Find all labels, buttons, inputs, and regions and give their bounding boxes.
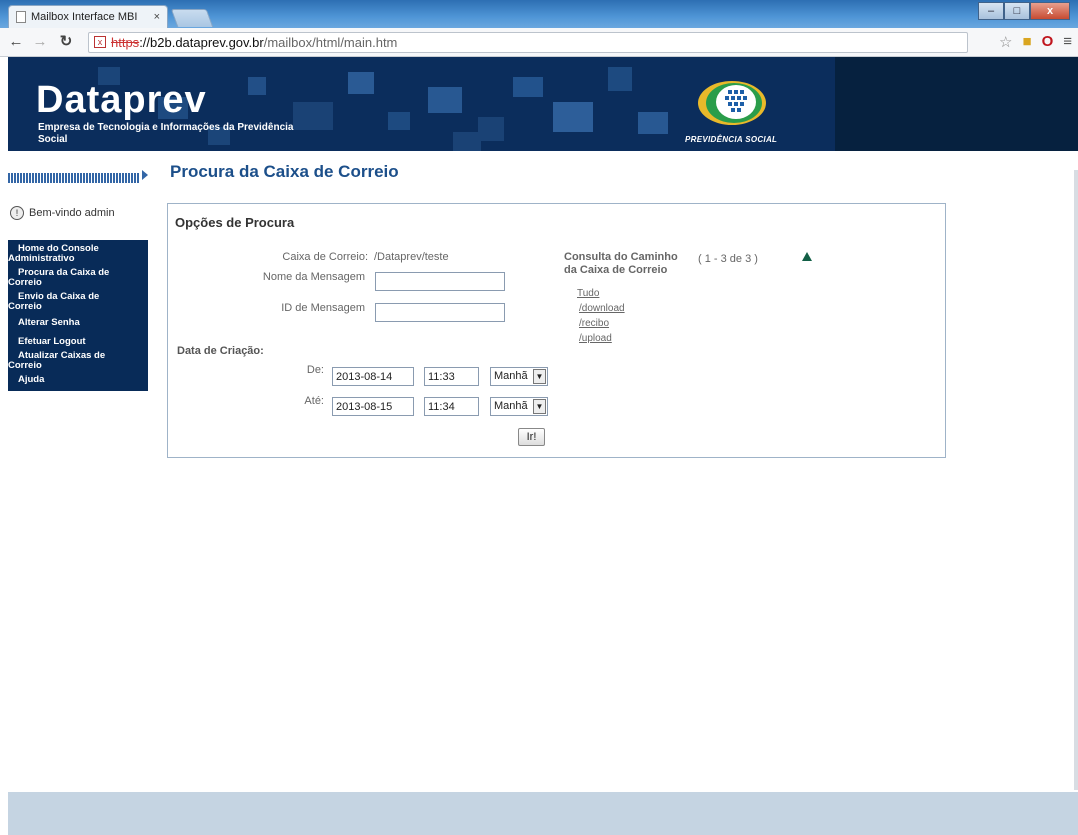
to-period-select[interactable]: Manhã ▼ <box>490 397 548 416</box>
sort-up-icon[interactable] <box>802 252 812 261</box>
welcome-text: Bem-vindo admin <box>29 207 115 219</box>
sidebar-item-label[interactable]: Alterar Senha <box>8 318 148 328</box>
mailbox-label: Caixa de Correio: <box>282 251 368 263</box>
maximize-button[interactable]: □ <box>1004 2 1030 20</box>
bookmark-star-icon[interactable]: ☆ <box>999 33 1012 51</box>
creation-date-label: Data de Criação: <box>177 345 264 357</box>
partner-label: PREVIDÊNCIA SOCIAL <box>685 135 778 144</box>
scrollbar[interactable] <box>1074 170 1078 790</box>
sidebar-item-home[interactable]: Home do Console Administrativo <box>8 242 148 266</box>
path-link-recibo[interactable]: /recibo <box>579 318 609 329</box>
page-title: Procura da Caixa de Correio <box>170 162 399 181</box>
tab-title: Mailbox Interface MBI <box>31 11 138 23</box>
sidebar-menu: Home do Console Administrativo Procura d… <box>8 240 148 391</box>
dropdown-arrow-icon[interactable]: ▼ <box>533 399 546 414</box>
new-tab-button[interactable] <box>170 9 214 27</box>
toolbar-icons: ☆ ■ O ≡ <box>999 33 1072 51</box>
url-path: /mailbox/html/main.htm <box>263 35 398 50</box>
to-date-field[interactable] <box>332 397 414 416</box>
path-count: ( 1 - 3 de 3 ) <box>698 253 758 265</box>
panel-title: Opções de Procura <box>175 215 295 230</box>
message-name-field[interactable] <box>375 272 505 291</box>
go-button[interactable]: Ir! <box>518 428 545 446</box>
from-period-value: Manhã <box>494 370 528 382</box>
to-label: Até: <box>304 395 324 407</box>
close-tab-icon[interactable]: × <box>154 6 160 28</box>
message-id-field[interactable] <box>375 303 505 322</box>
from-label: De: <box>306 364 324 376</box>
path-link-all[interactable]: Tudo <box>577 288 599 299</box>
sidebar-item-mailbox-send[interactable]: Envio da Caixa de Correio <box>8 290 148 314</box>
sidebar-item-label[interactable]: Ajuda <box>8 375 148 385</box>
to-period-value: Manhã <box>494 400 528 412</box>
mailbox-value: /Dataprev/teste <box>374 251 449 263</box>
sidebar-item-mailbox-search[interactable]: Procura da Caixa de Correio <box>8 266 148 290</box>
welcome-message: ! Bem-vindo admin <box>10 206 115 220</box>
from-time-field[interactable] <box>424 367 479 386</box>
to-time-field[interactable] <box>424 397 479 416</box>
dataprev-logo: Dataprev <box>36 79 207 121</box>
banner-right-panel <box>835 57 1078 151</box>
search-options-panel: Opções de Procura Caixa de Correio: /Dat… <box>167 203 946 458</box>
opera-icon[interactable]: O <box>1042 33 1054 51</box>
dropdown-arrow-icon[interactable]: ▼ <box>533 369 546 384</box>
path-link-download[interactable]: /download <box>579 303 625 314</box>
insecure-lock-icon: x <box>94 36 106 48</box>
chevron-right-icon <box>142 170 148 180</box>
from-period-select[interactable]: Manhã ▼ <box>490 367 548 386</box>
url-host: ://b2b.dataprev.gov.br <box>139 35 264 50</box>
user-icon: ! <box>10 206 24 220</box>
sidebar-item-label[interactable]: Envio da Caixa de Correio <box>8 292 128 312</box>
previdencia-logo-icon <box>698 81 766 125</box>
page-icon <box>16 11 26 23</box>
footer-bar <box>8 792 1078 835</box>
close-window-button[interactable]: x <box>1030 2 1070 20</box>
message-name-label: Nome da Mensagem <box>262 271 365 283</box>
sidebar-item-logout[interactable]: Efetuar Logout <box>8 330 148 349</box>
path-link-upload[interactable]: /upload <box>579 333 612 344</box>
extension-icon[interactable]: ■ <box>1023 33 1032 51</box>
forward-arrow-icon[interactable]: → <box>30 32 50 52</box>
browser-tab-strip: Mailbox Interface MBI × – □ x <box>0 0 1078 28</box>
sidebar-item-label[interactable]: Procura da Caixa de Correio <box>8 268 133 288</box>
sidebar-item-label[interactable]: Atualizar Caixas de Correio <box>8 351 128 371</box>
sidebar-item-label[interactable]: Efetuar Logout <box>8 337 148 347</box>
minimize-button[interactable]: – <box>978 2 1004 20</box>
brand-subtitle: Empresa de Tecnologia e Informações da P… <box>38 122 294 145</box>
sidebar-item-help[interactable]: Ajuda <box>8 373 148 387</box>
back-arrow-icon[interactable]: ← <box>6 32 26 52</box>
header-banner: Dataprev Empresa de Tecnologia e Informa… <box>8 57 1078 151</box>
browser-tab[interactable]: Mailbox Interface MBI × <box>8 5 168 28</box>
from-date-field[interactable] <box>332 367 414 386</box>
reload-icon[interactable]: ↻ <box>56 32 76 52</box>
path-query-label: Consulta do Caminho da Caixa de Correio <box>564 251 678 276</box>
breadcrumb-decoration <box>8 170 148 183</box>
url-scheme: https <box>111 35 140 50</box>
browser-toolbar: ← → ↻ x https://b2b.dataprev.gov.br/mailb… <box>0 28 1078 57</box>
menu-icon[interactable]: ≡ <box>1063 33 1072 51</box>
message-id-label: ID de Mensagem <box>281 302 365 314</box>
sidebar-item-refresh-mailboxes[interactable]: Atualizar Caixas de Correio <box>8 349 148 373</box>
window-controls: – □ x <box>978 2 1070 20</box>
address-bar[interactable]: x https://b2b.dataprev.gov.br/mailbox/htm… <box>88 32 968 53</box>
sidebar-item-change-password[interactable]: Alterar Senha <box>8 314 148 330</box>
sidebar-item-label[interactable]: Home do Console Administrativo <box>8 244 108 264</box>
